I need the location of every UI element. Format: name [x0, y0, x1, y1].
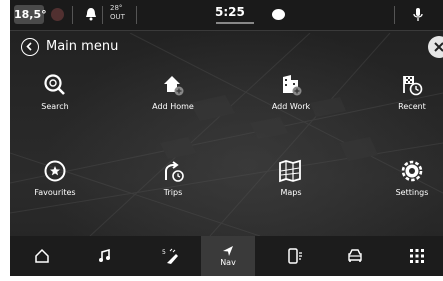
- climate-indicator-icon: [51, 8, 64, 21]
- status-divider: [394, 6, 395, 24]
- recent-icon: [403, 76, 423, 96]
- menu-item-label: Add Home: [152, 102, 194, 111]
- nav-home-button[interactable]: [15, 236, 69, 276]
- outside-temp-value: 28°: [110, 4, 123, 12]
- menu-item-label: Settings: [395, 188, 429, 197]
- page-title: Main menu: [46, 39, 119, 54]
- status-bar: 18,5° 28° OUT 5:25: [10, 0, 443, 31]
- trips-icon: [165, 161, 184, 182]
- menu-item-favourites[interactable]: Favourites: [10, 158, 105, 214]
- nav-navigation-button[interactable]: Nav: [201, 236, 255, 276]
- settings-icon: [401, 160, 423, 182]
- clock-underline: [216, 22, 254, 24]
- clock: 5:25: [215, 5, 245, 19]
- nav-label: Nav: [220, 258, 236, 267]
- nav-apps-button[interactable]: [390, 236, 443, 276]
- car-icon: [348, 249, 362, 262]
- main-menu-screen: 18,5° 28° OUT 5:25 Main menu Search Add …: [10, 0, 443, 276]
- nav-mobile-button[interactable]: [268, 236, 322, 276]
- home-add-icon: [164, 76, 184, 96]
- menu-item-search[interactable]: Search: [10, 72, 105, 128]
- menu-item-recent[interactable]: Recent: [362, 72, 443, 128]
- status-divider: [72, 6, 73, 24]
- bell-icon[interactable]: [85, 6, 97, 22]
- waze-icon[interactable]: [272, 9, 285, 20]
- nav-music-button[interactable]: [78, 236, 132, 276]
- status-divider: [102, 6, 103, 24]
- menu-item-label: Add Work: [271, 102, 311, 111]
- menu-item-label: Maps: [280, 188, 302, 197]
- phone-badge: 5: [162, 249, 166, 256]
- cabin-temperature[interactable]: 18,5°: [14, 5, 47, 24]
- mobile-icon: [288, 248, 302, 264]
- music-icon: [99, 249, 110, 262]
- menu-item-label: Search: [41, 102, 69, 111]
- nav-arrow-icon: [223, 246, 233, 256]
- close-button[interactable]: [428, 36, 443, 58]
- menu-item-add-home[interactable]: Add Home: [123, 72, 223, 128]
- outside-temperature: 28° OUT: [110, 4, 125, 22]
- map-icon: [279, 159, 301, 183]
- menu-item-settings[interactable]: Settings: [362, 158, 443, 214]
- phone-icon: 5: [162, 248, 178, 264]
- menu-item-label: Recent: [398, 102, 426, 111]
- star-icon: [44, 160, 66, 182]
- apps-grid-icon: [410, 249, 424, 263]
- nav-vehicle-button[interactable]: [328, 236, 382, 276]
- bottom-nav-bar: 5 Nav: [10, 236, 443, 276]
- nav-phone-button[interactable]: 5: [143, 236, 197, 276]
- chevron-left-icon: [26, 42, 32, 51]
- status-divider: [136, 6, 137, 24]
- work-add-icon: [283, 75, 302, 96]
- menu-item-label: Trips: [163, 188, 183, 197]
- home-icon: [35, 248, 49, 263]
- outside-temp-label: OUT: [110, 13, 125, 21]
- search-icon: [44, 74, 65, 95]
- menu-item-maps[interactable]: Maps: [241, 158, 341, 214]
- close-icon: [434, 42, 443, 52]
- menu-item-label: Favourites: [34, 188, 76, 197]
- menu-item-trips[interactable]: Trips: [123, 158, 223, 214]
- back-button[interactable]: [21, 38, 39, 56]
- menu-item-add-work[interactable]: Add Work: [241, 72, 341, 128]
- microphone-icon[interactable]: [413, 7, 423, 23]
